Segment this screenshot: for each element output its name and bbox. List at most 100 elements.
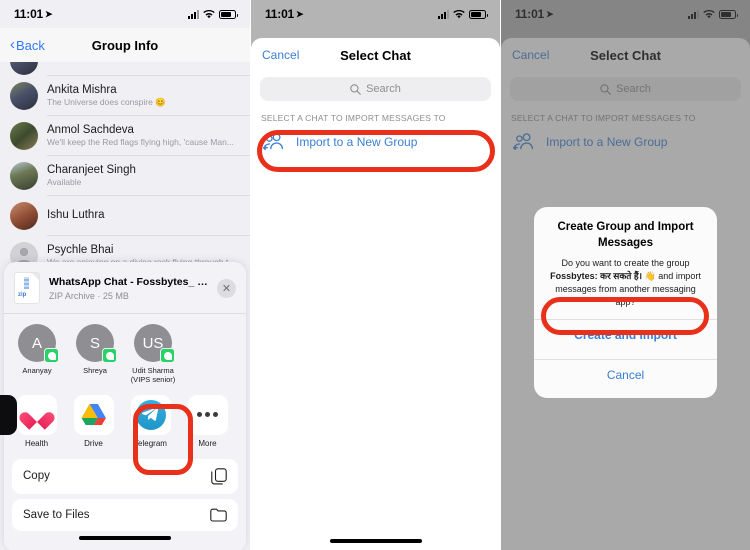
status-bar: 11:01 ➤ (0, 0, 250, 28)
save-to-files-action[interactable]: Save to Files (12, 499, 238, 531)
panel-select-chat: 11:01 ➤ Cancel Select Chat Search SELECT… (250, 0, 500, 550)
person-name: Shreya (83, 366, 107, 375)
contact-name: Charanjeet Singh (47, 163, 136, 176)
avatar (10, 81, 38, 110)
location-arrow-icon: ➤ (45, 8, 53, 19)
select-chat-sheet: Cancel Select Chat Search Select a chat … (251, 38, 500, 550)
avatar: S (76, 324, 117, 363)
share-app-targets[interactable]: Health Drive Telegram More (0, 391, 246, 454)
share-app-more[interactable]: More (179, 394, 236, 448)
wifi-icon (203, 9, 215, 18)
home-indicator (329, 539, 422, 543)
navigation-bar: Cancel Select Chat (251, 38, 500, 72)
list-item[interactable]: US Udit Sharma (VIPS senior) (124, 324, 182, 385)
close-icon[interactable]: ✕ (217, 278, 236, 298)
avatar (10, 121, 38, 150)
create-and-import-button[interactable]: Create and Import (546, 320, 705, 349)
list-item[interactable] (0, 62, 250, 75)
status-bar-time-group: 11:01 ➤ (265, 7, 304, 21)
list-item[interactable]: Anmol Sachdeva We'll keep the Red flags … (0, 116, 250, 155)
app-label: Drive (84, 438, 103, 448)
list-item[interactable]: A Ananyay (8, 324, 66, 385)
share-app-health[interactable]: Health (8, 394, 65, 448)
alert-message: Do you want to create the group Fossbyte… (546, 257, 705, 309)
list-item[interactable]: Ishu Luthra (0, 196, 250, 235)
location-arrow-icon: ➤ (296, 8, 304, 19)
cellular-bars-icon (438, 9, 449, 19)
status-bar-time: 11:01 (265, 7, 295, 21)
import-to-new-group-row[interactable]: Import to a New Group (251, 129, 500, 154)
folder-icon (210, 508, 227, 522)
cancel-button[interactable]: Cancel (262, 48, 299, 62)
status-bar-time: 11:01 (14, 7, 44, 21)
avatar (10, 161, 38, 190)
back-button-label: Back (16, 37, 45, 53)
contact-status: The Universe does conspire 😊 (47, 97, 166, 108)
alert-message-part1: Do you want to create the group (561, 258, 690, 269)
chevron-left-icon: ‹ (10, 36, 15, 53)
share-app-telegram[interactable]: Telegram (122, 394, 179, 448)
avatar (10, 62, 38, 75)
contact-status: We'll keep the Red flags flying high, 'c… (47, 137, 234, 148)
status-bar: 11:01 ➤ (251, 0, 500, 28)
alert-title: Create Group and Import Messages (557, 221, 694, 249)
contact-name: Anmol Sachdeva (47, 123, 134, 136)
list-item[interactable]: Ankita Mishra The Universe does conspire… (0, 76, 250, 115)
status-bar-time-group: 11:01 ➤ (14, 7, 53, 21)
app-label: Health (24, 438, 49, 448)
alert-cancel-button[interactable]: Cancel (546, 360, 705, 389)
battery-icon (219, 9, 238, 19)
save-to-files-label: Save to Files (23, 508, 90, 521)
home-indicator (79, 536, 171, 540)
battery-icon (469, 9, 488, 19)
whatsapp-badge-icon (160, 348, 175, 363)
app-label: Telegram (134, 438, 167, 448)
status-bar-indicators (188, 9, 238, 19)
share-app-clipped[interactable] (0, 394, 17, 439)
navigation-bar: ‹ Back Group Info (0, 28, 250, 62)
google-drive-icon (73, 394, 114, 435)
list-item-text: Charanjeet Singh Available (47, 163, 240, 188)
screenshot-stage: 11:01 ➤ ‹ Back Group Info Ankita Mishra … (0, 0, 750, 550)
avatar: US (134, 324, 175, 363)
whatsapp-badge-icon (102, 348, 117, 363)
file-name: WhatsApp Chat - Fossbytes_ कर स... (49, 276, 208, 288)
more-dots-icon (187, 394, 228, 435)
zip-file-icon: zip (14, 272, 40, 304)
share-sheet-header: zip WhatsApp Chat - Fossbytes_ कर स... Z… (4, 262, 246, 313)
share-sheet-file-info: WhatsApp Chat - Fossbytes_ कर स... ZIP A… (49, 275, 208, 301)
share-suggested-people[interactable]: A Ananyay S Shreya US Udit Sharma (VIPS … (4, 314, 246, 391)
search-input[interactable]: Search (260, 77, 491, 101)
list-item[interactable]: Charanjeet Singh Available (0, 156, 250, 195)
zip-file-icon-label: zip (18, 292, 27, 298)
import-to-new-group-label: Import to a New Group (296, 134, 418, 149)
copy-icon (211, 468, 227, 485)
share-action-copy-card: Copy (12, 458, 238, 494)
share-app-drive[interactable]: Drive (65, 394, 122, 448)
telegram-icon (130, 394, 171, 435)
status-bar-indicators (438, 9, 488, 19)
person-name: Ananyay (22, 366, 52, 375)
share-action-save-card: Save to Files (12, 498, 238, 531)
list-item-text: Ankita Mishra The Universe does conspire… (47, 83, 240, 108)
share-sheet: zip WhatsApp Chat - Fossbytes_ कर स... Z… (0, 262, 246, 550)
avatar-initials: S (89, 334, 100, 352)
avatar: A (18, 324, 59, 363)
contact-name: Psychle Bhai (47, 243, 114, 256)
whatsapp-badge-icon (44, 348, 59, 363)
add-group-icon (263, 133, 284, 150)
back-button[interactable]: ‹ Back (10, 36, 45, 53)
contact-status: Available (47, 177, 82, 188)
copy-action[interactable]: Copy (12, 459, 238, 494)
app-label: More (198, 438, 217, 448)
search-icon (350, 83, 361, 95)
panel-group-info: 11:01 ➤ ‹ Back Group Info Ankita Mishra … (0, 0, 250, 550)
wifi-icon (453, 9, 465, 18)
list-item-text: Anmol Sachdeva We'll keep the Red flags … (47, 123, 240, 148)
health-icon (16, 394, 57, 435)
copy-action-label: Copy (23, 470, 50, 483)
list-item[interactable]: S Shreya (66, 324, 124, 385)
section-header: Select a chat to import messages to (261, 113, 446, 123)
search-placeholder: Search (366, 83, 401, 95)
contact-name: Ankita Mishra (47, 83, 117, 96)
